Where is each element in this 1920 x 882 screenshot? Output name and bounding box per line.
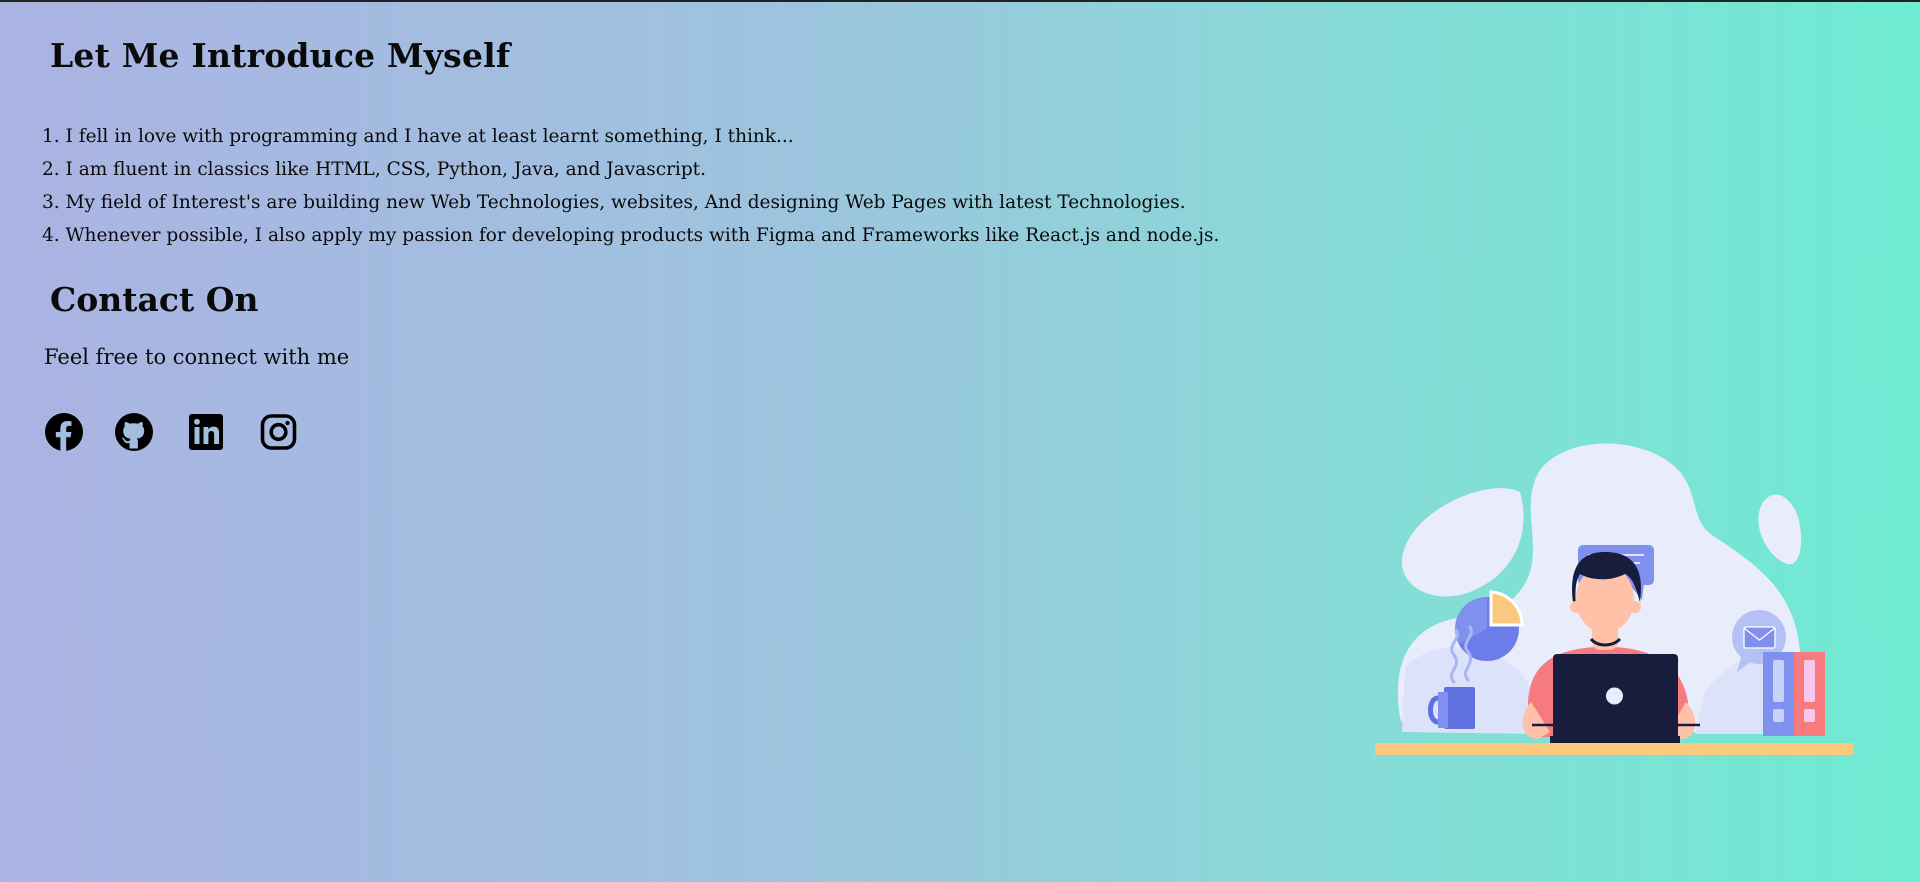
linkedin-link[interactable] [187,412,227,452]
about-point: 3. My field of Interest's are building n… [42,192,1186,213]
about-heading: Let Me Introduce Myself [50,36,511,75]
developer-illustration [1375,443,1853,755]
about-point: 1. I fell in love with programming and I… [42,126,794,147]
contact-subtitle: Feel free to connect with me [44,345,350,369]
facebook-icon [45,413,83,451]
github-icon [115,413,153,451]
linkedin-icon [189,414,223,450]
about-list: 1. I fell in love with programming and I… [42,120,1219,252]
social-links [44,412,329,452]
contact-heading: Contact On [50,280,259,319]
instagram-icon [260,414,297,450]
about-point: 4. Whenever possible, I also apply my pa… [42,225,1220,246]
facebook-link[interactable] [44,412,84,452]
instagram-link[interactable] [259,412,299,452]
about-point: 2. I am fluent in classics like HTML, CS… [42,159,706,180]
github-link[interactable] [114,412,154,452]
